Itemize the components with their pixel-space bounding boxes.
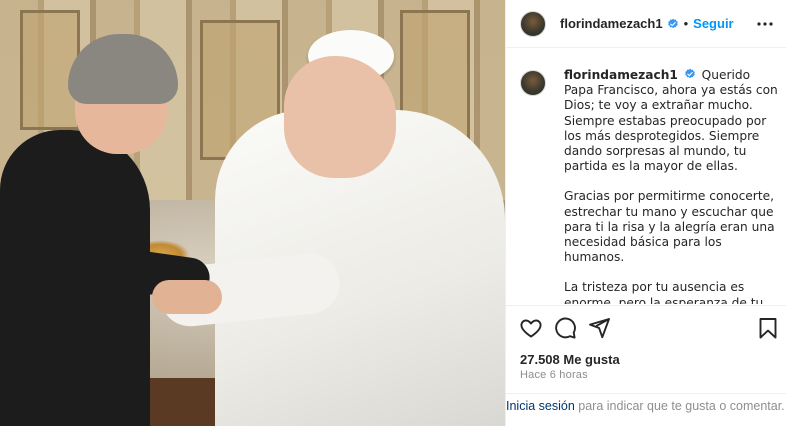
verified-badge-icon bbox=[667, 18, 678, 28]
more-options-icon[interactable] bbox=[755, 14, 775, 34]
likes-count[interactable]: 27.508 Me gusta bbox=[520, 352, 620, 367]
login-prompt: Inicia sesión para indicar que te gusta … bbox=[506, 393, 786, 426]
photo-handshake bbox=[152, 280, 222, 314]
send-icon[interactable] bbox=[587, 316, 611, 340]
caption-paragraph: florindamezach1 Querido Papa Francisco, … bbox=[564, 68, 782, 174]
photo-figure-head bbox=[284, 56, 396, 178]
comment-icon[interactable] bbox=[553, 316, 577, 340]
post-username[interactable]: florindamezach1 bbox=[560, 16, 663, 31]
heart-icon[interactable] bbox=[519, 316, 543, 340]
post-actions-bar bbox=[506, 305, 786, 349]
caption-paragraph: La tristeza por tu ausencia es enorme, p… bbox=[564, 280, 764, 304]
post-side-panel: florindamezach1 • Seguir florindamezach1… bbox=[505, 0, 786, 426]
avatar[interactable] bbox=[520, 10, 546, 37]
post-header: florindamezach1 • Seguir bbox=[506, 0, 786, 48]
caption-username[interactable]: florindamezach1 bbox=[564, 68, 678, 82]
post-caption: florindamezach1 Querido Papa Francisco, … bbox=[520, 68, 782, 304]
caption-text: florindamezach1 Querido Papa Francisco, … bbox=[564, 68, 782, 304]
avatar[interactable] bbox=[520, 70, 546, 96]
header-separator: • bbox=[683, 16, 689, 31]
caption-paragraph-text: Querido Papa Francisco, ahora ya estás c… bbox=[564, 68, 778, 174]
post-timestamp[interactable]: Hace 6 horas bbox=[520, 369, 588, 381]
login-link[interactable]: Inicia sesión bbox=[506, 399, 575, 413]
bookmark-icon[interactable] bbox=[756, 316, 780, 340]
login-prompt-text: para indicar que te gusta o comentar. bbox=[574, 399, 785, 413]
verified-badge-icon bbox=[684, 68, 695, 79]
post-photo[interactable] bbox=[0, 0, 505, 426]
caption-paragraph: Gracias por permitirme conocerte, estrec… bbox=[564, 189, 775, 265]
follow-button[interactable]: Seguir bbox=[693, 16, 733, 31]
